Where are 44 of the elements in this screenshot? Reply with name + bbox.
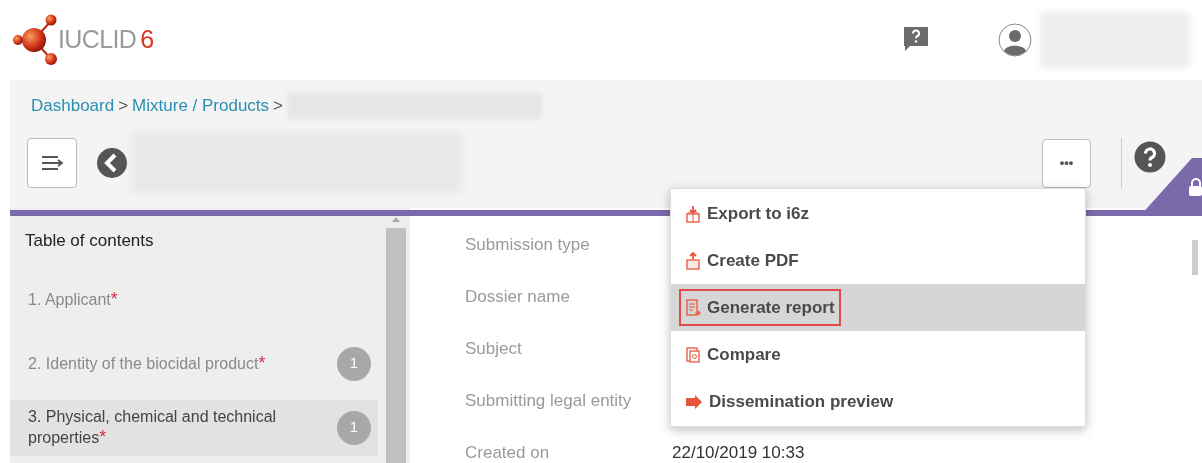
back-icon[interactable] xyxy=(96,147,128,179)
toc-item[interactable]: 1. Applicant* xyxy=(10,271,378,328)
logo-icon xyxy=(12,12,58,68)
field-label: Subject xyxy=(465,338,523,361)
toc-item-label: 1. Applicant* xyxy=(28,289,119,310)
menu-item[interactable]: Generate report xyxy=(671,284,1085,331)
toc-item[interactable]: 3. Physical, chemical and technical properties* 1 xyxy=(10,399,378,456)
pdf-icon xyxy=(685,251,701,270)
menu-item-label: Dissemination preview xyxy=(709,390,894,413)
menu-item-label: Generate report xyxy=(707,296,835,319)
count-badge: 1 xyxy=(337,410,371,445)
menu-item-label: Create PDF xyxy=(707,249,799,272)
breadcrumb-separator: > xyxy=(273,95,284,118)
menu-item[interactable]: Compare xyxy=(671,331,1085,378)
menu-item-label: Compare xyxy=(707,343,781,366)
toc-title: Table of contents xyxy=(24,230,155,252)
breadcrumb-separator: > xyxy=(118,95,129,118)
compare-icon xyxy=(685,345,701,364)
user-avatar-icon[interactable] xyxy=(998,23,1032,57)
help-icon[interactable] xyxy=(1134,141,1166,173)
logo-text: IUCLID xyxy=(58,24,137,56)
logo-version: 6 xyxy=(140,24,155,56)
more-button[interactable]: ••• xyxy=(1042,138,1091,188)
count-badge: 1 xyxy=(337,346,371,381)
toc-item-label: 3. Physical, chemical and technical properties* xyxy=(28,407,278,448)
field-label: Created on xyxy=(465,442,551,463)
report-icon xyxy=(685,298,701,317)
lock-icon[interactable] xyxy=(1188,178,1202,196)
field-value: 22/10/2019 10:33 xyxy=(672,442,805,463)
field-label: Submitting legal entity xyxy=(465,390,633,413)
logo[interactable]: IUCLID 6 xyxy=(12,12,155,68)
field-label: Submission type xyxy=(465,234,591,257)
scrollbar[interactable] xyxy=(1192,240,1198,275)
menu-item[interactable]: Create PDF xyxy=(671,237,1085,284)
field-label: Dossier name xyxy=(465,286,571,309)
menu-item[interactable]: Export to i6z xyxy=(671,190,1085,237)
menu-item-label: Export to i6z xyxy=(707,202,809,225)
toc-item-label: 2. Identity of the biocidal product* xyxy=(28,353,267,374)
menu-icon xyxy=(40,155,64,171)
arrow-icon xyxy=(685,393,703,410)
menu-button[interactable] xyxy=(27,138,77,188)
toc-item[interactable]: 2. Identity of the biocidal product* 1 xyxy=(10,335,378,392)
menu-item[interactable]: Dissemination preview xyxy=(671,378,1085,425)
export-icon xyxy=(685,204,701,223)
